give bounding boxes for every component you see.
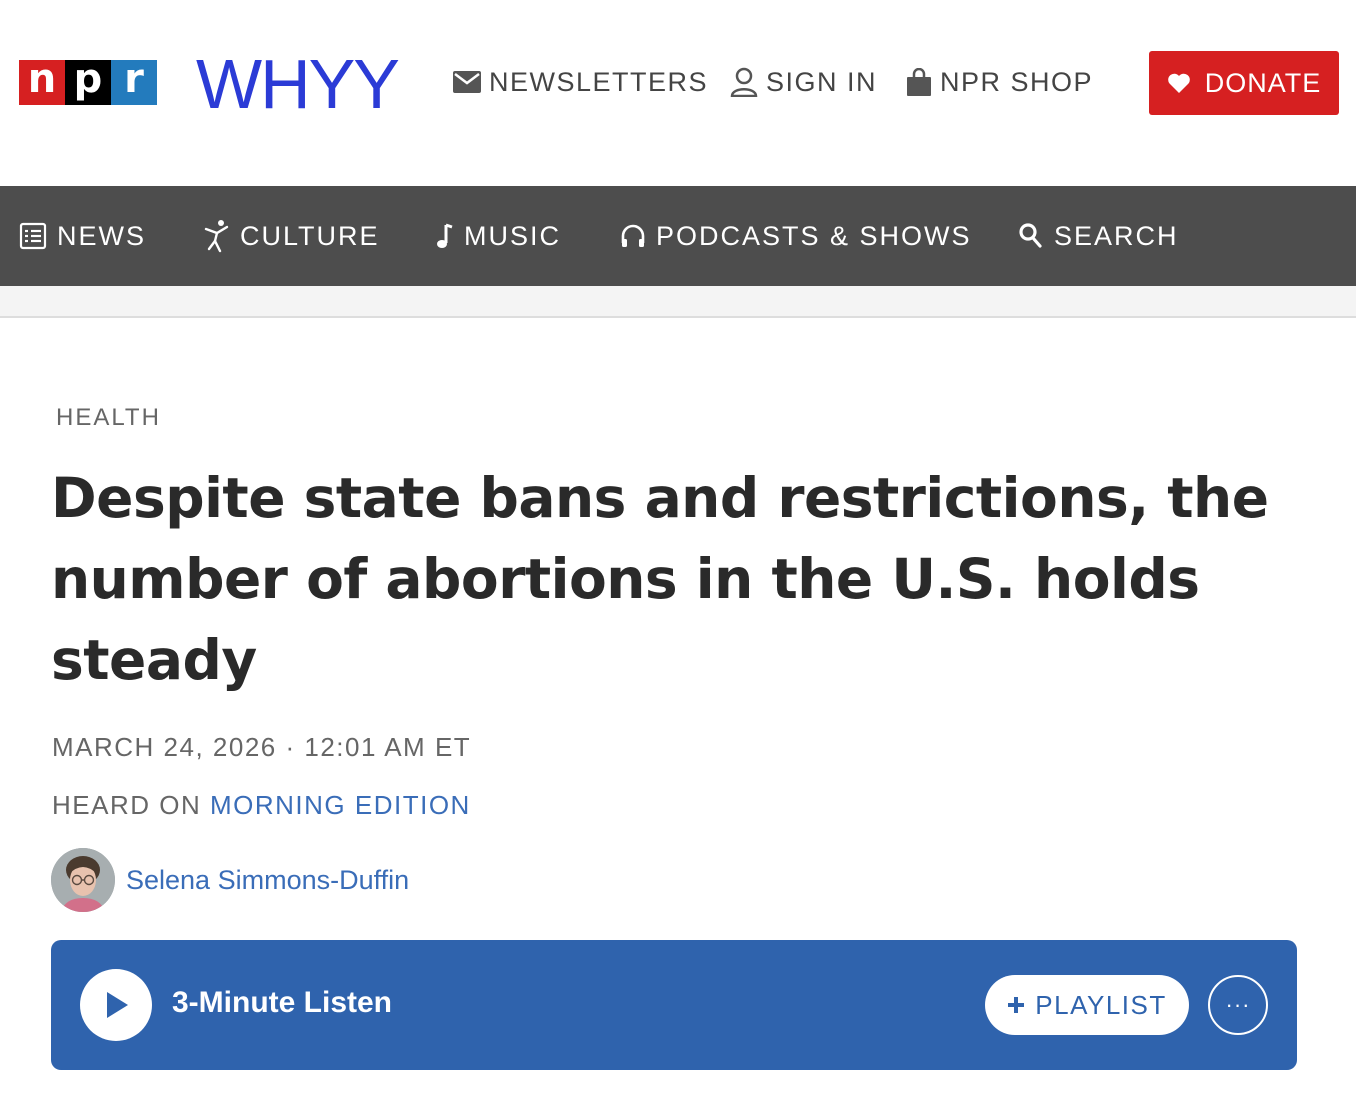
- sign-in-label: SIGN IN: [766, 66, 878, 97]
- newsletters-link[interactable]: NEWSLETTERS: [453, 64, 708, 100]
- newsletters-label: NEWSLETTERS: [489, 66, 709, 97]
- npr-shop-label: NPR SHOP: [940, 66, 1094, 97]
- donate-button[interactable]: DONATE: [1149, 51, 1339, 115]
- nav-search-label: SEARCH: [1054, 220, 1179, 251]
- npr-shop-link[interactable]: NPR SHOP: [906, 64, 1093, 100]
- envelope-icon: [453, 71, 481, 93]
- main-nav: NEWS CULTURE MUSIC PODCASTS & SHOWS SEAR…: [0, 186, 1356, 286]
- heard-on: HEARD ON MORNING EDITION: [52, 790, 471, 821]
- station-logo[interactable]: WHYY: [196, 44, 400, 124]
- byline: Selena Simmons-Duffin: [51, 848, 409, 912]
- nav-item-search[interactable]: SEARCH: [1018, 186, 1179, 286]
- shopping-bag-icon: [907, 68, 931, 96]
- audio-title: 3-Minute Listen: [172, 986, 393, 1019]
- add-to-playlist-button[interactable]: PLAYLIST: [985, 975, 1189, 1035]
- nav-culture-label: CULTURE: [240, 220, 380, 251]
- npr-logo[interactable]: n p r: [19, 59, 157, 105]
- more-options-icon: ···: [1225, 992, 1251, 1017]
- user-icon: [730, 67, 758, 97]
- search-icon: [1019, 223, 1042, 248]
- play-button[interactable]: [80, 969, 152, 1041]
- nav-item-culture[interactable]: CULTURE: [204, 186, 380, 286]
- section-label[interactable]: HEALTH: [56, 404, 161, 432]
- plus-icon: [1008, 997, 1025, 1013]
- headphones-icon: [621, 224, 645, 247]
- heard-on-prefix: HEARD ON: [52, 790, 202, 820]
- news-icon: [19, 222, 47, 250]
- author-avatar[interactable]: [51, 848, 115, 912]
- heart-icon: [1167, 73, 1190, 93]
- nav-item-news[interactable]: NEWS: [19, 186, 146, 286]
- audio-player: 3-Minute Listen PLAYLIST ···: [51, 940, 1297, 1070]
- show-link[interactable]: MORNING EDITION: [210, 790, 471, 820]
- play-icon: [107, 992, 128, 1018]
- music-note-icon: [437, 223, 453, 248]
- more-options-button[interactable]: ···: [1208, 975, 1268, 1035]
- nav-news-label: NEWS: [57, 220, 146, 251]
- culture-icon: [204, 220, 229, 253]
- article-dateline: MARCH 24, 2026 · 12:01 AM ET: [52, 732, 472, 762]
- sub-nav-strip: [0, 286, 1356, 318]
- npr-logo-r: r: [111, 59, 157, 105]
- donate-label: DONATE: [1204, 67, 1322, 98]
- sign-in-link[interactable]: SIGN IN: [730, 64, 877, 100]
- npr-logo-n: n: [19, 59, 65, 105]
- npr-logo-p: p: [65, 59, 111, 105]
- author-link[interactable]: Selena Simmons-Duffin: [126, 865, 409, 896]
- playlist-label: PLAYLIST: [1035, 989, 1167, 1020]
- nav-music-label: MUSIC: [464, 220, 561, 251]
- nav-item-music[interactable]: MUSIC: [434, 186, 561, 286]
- top-header: n p r WHYY NEWSLETTERS SIGN IN NPR SHOP …: [0, 0, 1356, 186]
- article-headline: Despite state bans and restrictions, the…: [51, 466, 1269, 692]
- nav-item-podcasts-shows[interactable]: PODCASTS & SHOWS: [620, 186, 972, 286]
- author-photo: [51, 848, 115, 912]
- nav-podcasts-label: PODCASTS & SHOWS: [656, 220, 972, 251]
